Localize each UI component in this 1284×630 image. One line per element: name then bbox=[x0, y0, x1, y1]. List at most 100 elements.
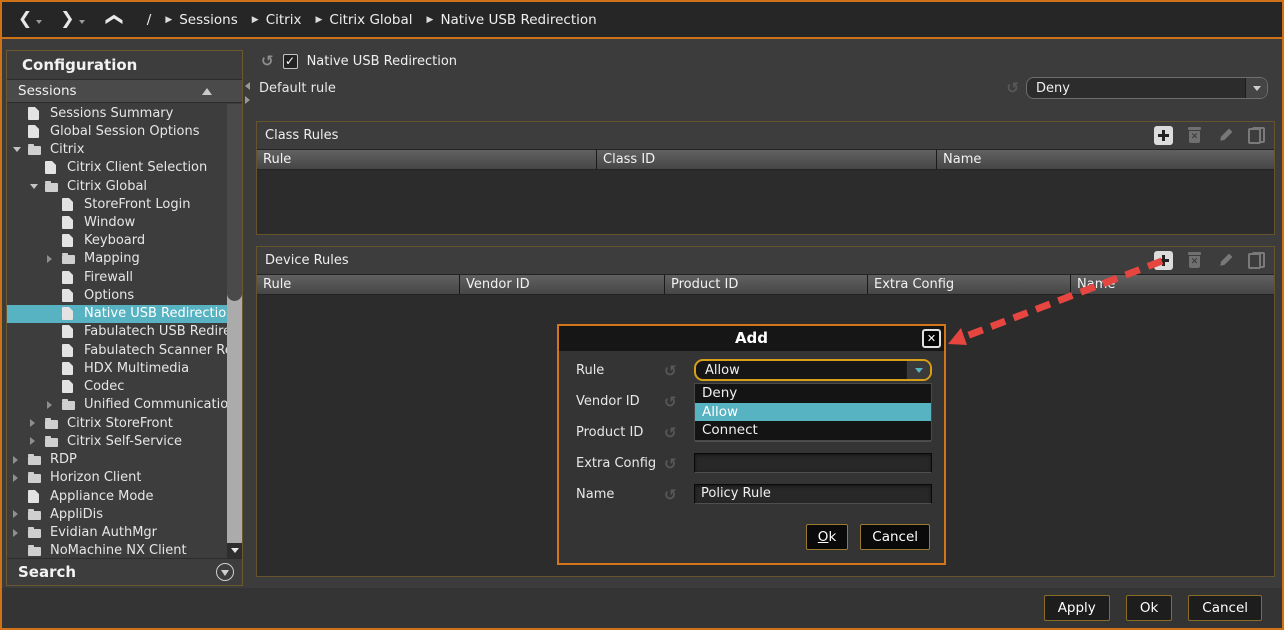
collapsed-arrow-icon[interactable] bbox=[13, 529, 28, 537]
tree-item[interactable]: Codec bbox=[7, 378, 242, 396]
edit-icon[interactable] bbox=[1216, 126, 1235, 145]
tree-item[interactable]: Keyboard bbox=[7, 232, 242, 250]
dropdown-arrow-icon[interactable] bbox=[1245, 78, 1267, 98]
tree-item[interactable]: Appliance Mode bbox=[7, 487, 242, 505]
collapsed-arrow-icon[interactable] bbox=[47, 401, 62, 409]
extra-config-input[interactable] bbox=[694, 453, 932, 473]
tree-item[interactable]: AppliDis bbox=[7, 505, 242, 523]
tree-item[interactable]: HDX Multimedia bbox=[7, 359, 242, 377]
tree-item[interactable]: StoreFront Login bbox=[7, 195, 242, 213]
tree-item[interactable]: Citrix Self-Service bbox=[7, 432, 242, 450]
breadcrumb-sessions[interactable]: Sessions bbox=[179, 12, 238, 28]
dropdown-option-connect[interactable]: Connect bbox=[695, 421, 931, 440]
tree-item[interactable]: RDP bbox=[7, 450, 242, 468]
reset-undo-icon[interactable]: ↺ bbox=[664, 393, 677, 411]
tree-item[interactable]: Fabulatech USB Redirec bbox=[7, 323, 242, 341]
ok-button[interactable]: Ok bbox=[1126, 595, 1172, 621]
add-icon[interactable] bbox=[1154, 126, 1173, 145]
name-row: Name ↺ Policy Rule bbox=[576, 483, 932, 505]
expanded-arrow-icon[interactable] bbox=[30, 184, 45, 189]
tree-item[interactable]: Sessions Summary bbox=[7, 104, 242, 122]
tree-item[interactable]: Options bbox=[7, 286, 242, 304]
class-rules-table-body[interactable] bbox=[257, 170, 1274, 234]
rule-dropdown[interactable]: Allow bbox=[694, 359, 932, 381]
reset-undo-icon[interactable]: ↺ bbox=[664, 486, 677, 504]
default-rule-row: Default rule ↺ Deny bbox=[259, 77, 1268, 99]
tree-item[interactable]: Global Session Options bbox=[7, 122, 242, 140]
tree-item[interactable]: NoMachine NX Client bbox=[7, 542, 242, 558]
edit-icon[interactable] bbox=[1216, 251, 1235, 270]
back-history-caret-icon[interactable] bbox=[36, 20, 42, 24]
expanded-arrow-icon[interactable] bbox=[13, 147, 28, 152]
tree-item[interactable]: Mapping bbox=[7, 250, 242, 268]
breadcrumb-separator-icon: ▶ bbox=[427, 15, 434, 25]
tree-item[interactable]: Firewall bbox=[7, 268, 242, 286]
scroll-down-icon[interactable] bbox=[227, 543, 242, 558]
file-icon bbox=[45, 161, 62, 174]
dropdown-arrow-icon[interactable] bbox=[906, 361, 930, 379]
footer-bar: Apply Ok Cancel bbox=[2, 588, 1282, 628]
tree-item[interactable]: Citrix Global bbox=[7, 177, 242, 195]
collapsed-arrow-icon[interactable] bbox=[47, 255, 62, 263]
delete-icon[interactable] bbox=[1185, 126, 1204, 145]
close-icon[interactable]: ✕ bbox=[922, 329, 941, 348]
tree-item-selected[interactable]: Native USB Redirection bbox=[7, 305, 242, 323]
collapsed-arrow-icon[interactable] bbox=[30, 437, 45, 445]
search-expand-icon[interactable] bbox=[216, 563, 234, 581]
add-icon[interactable] bbox=[1154, 251, 1173, 270]
collapsed-arrow-icon[interactable] bbox=[13, 456, 28, 464]
tree-item[interactable]: Citrix bbox=[7, 140, 242, 158]
device-rules-title: Device Rules bbox=[265, 253, 349, 268]
column-header: Product ID bbox=[665, 275, 868, 294]
reset-undo-icon[interactable]: ↺ bbox=[664, 455, 677, 473]
breadcrumb-native-usb-redirection[interactable]: Native USB Redirection bbox=[440, 12, 596, 28]
breadcrumb-citrix-global[interactable]: Citrix Global bbox=[329, 12, 412, 28]
tree-item[interactable]: Citrix StoreFront bbox=[7, 414, 242, 432]
forward-history-caret-icon[interactable] bbox=[79, 20, 85, 24]
native-usb-redirection-checkbox[interactable]: ✓ bbox=[283, 54, 298, 69]
column-header: Extra Config bbox=[868, 275, 1071, 294]
dialog-cancel-button[interactable]: Cancel bbox=[860, 524, 930, 550]
tree-item[interactable]: Fabulatech Scanner Re bbox=[7, 341, 242, 359]
tree-item[interactable]: Horizon Client bbox=[7, 469, 242, 487]
back-icon[interactable]: ❮ bbox=[18, 11, 32, 28]
tree-item[interactable]: Unified Communications bbox=[7, 396, 242, 414]
delete-icon[interactable] bbox=[1185, 251, 1204, 270]
collapse-up-icon bbox=[202, 88, 212, 95]
name-label: Name bbox=[576, 487, 664, 502]
dropdown-option-deny[interactable]: Deny bbox=[695, 384, 931, 403]
vendor-id-label: Vendor ID bbox=[576, 394, 664, 409]
reset-undo-icon[interactable]: ↺ bbox=[664, 424, 677, 442]
sessions-section-header[interactable]: Sessions bbox=[7, 79, 242, 103]
up-icon[interactable]: ❮ bbox=[105, 12, 122, 26]
default-rule-dropdown[interactable]: Deny bbox=[1026, 77, 1268, 99]
copy-icon[interactable] bbox=[1247, 251, 1266, 270]
tree-item[interactable]: Citrix Client Selection bbox=[7, 159, 242, 177]
forward-icon[interactable]: ❯ bbox=[60, 11, 74, 28]
breadcrumb-citrix[interactable]: Citrix bbox=[266, 12, 302, 28]
name-input[interactable]: Policy Rule bbox=[694, 484, 932, 504]
dropdown-option-allow[interactable]: Allow bbox=[695, 403, 931, 422]
column-header: Name bbox=[1071, 275, 1274, 294]
file-icon bbox=[28, 490, 45, 503]
tree-item[interactable]: Window bbox=[7, 213, 242, 231]
copy-icon[interactable] bbox=[1247, 126, 1266, 145]
column-header: Rule bbox=[257, 150, 597, 169]
apply-button[interactable]: Apply bbox=[1044, 595, 1110, 621]
dialog-ok-button[interactable]: Ok bbox=[806, 524, 848, 550]
reset-undo-icon[interactable]: ↺ bbox=[1006, 81, 1019, 96]
cancel-button[interactable]: Cancel bbox=[1188, 595, 1262, 621]
sidebar-splitter[interactable] bbox=[245, 82, 253, 108]
search-section-label: Search bbox=[18, 563, 76, 581]
collapsed-arrow-icon[interactable] bbox=[30, 419, 45, 427]
reset-undo-icon[interactable]: ↺ bbox=[664, 362, 677, 380]
collapsed-arrow-icon[interactable] bbox=[13, 510, 28, 518]
search-section-header[interactable]: Search bbox=[7, 558, 242, 585]
reset-undo-icon[interactable]: ↺ bbox=[261, 54, 274, 69]
sidebar-scrollbar[interactable] bbox=[227, 104, 242, 558]
collapsed-arrow-icon[interactable] bbox=[13, 474, 28, 482]
scrollbar-thumb[interactable] bbox=[227, 104, 242, 301]
file-icon bbox=[62, 216, 79, 229]
splitter-right-icon bbox=[245, 96, 250, 104]
tree-item[interactable]: Evidian AuthMgr bbox=[7, 523, 242, 541]
